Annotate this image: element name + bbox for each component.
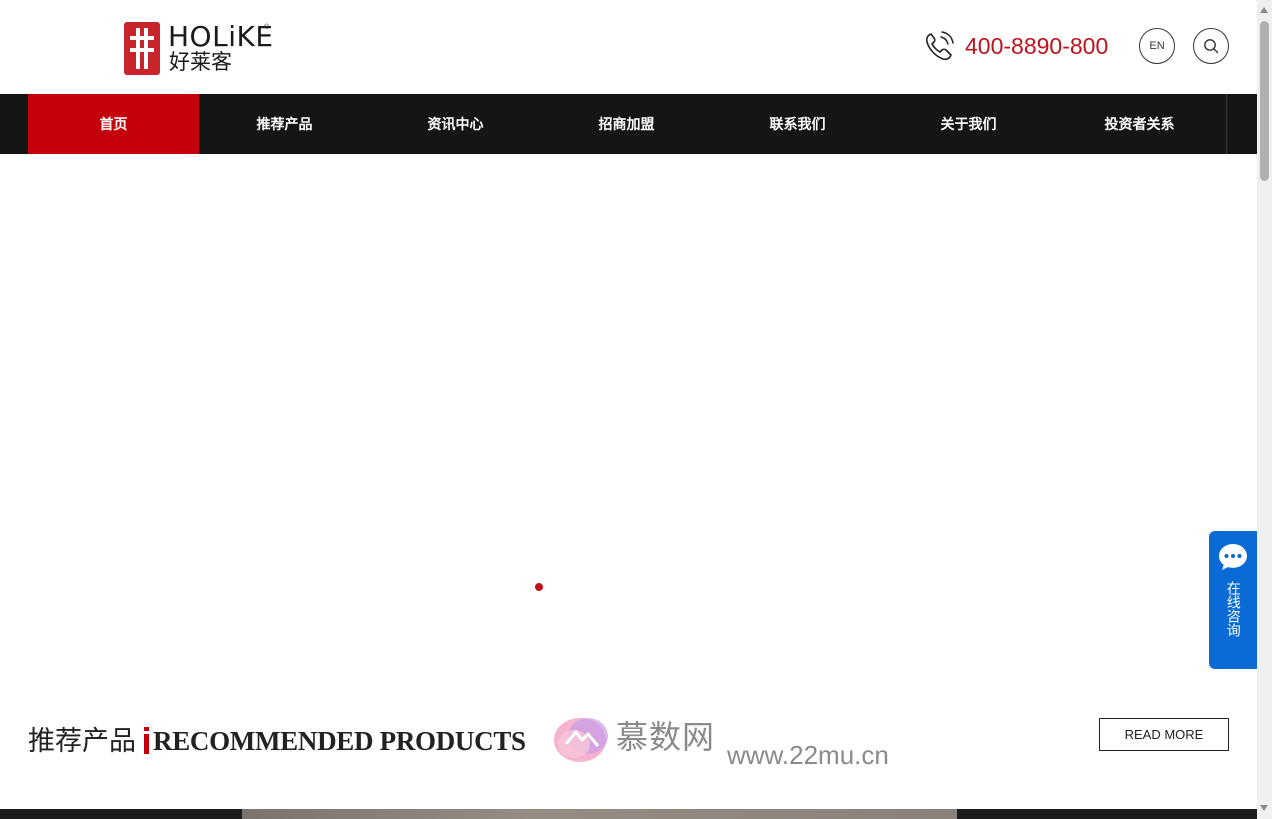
logo-chinese-name: 好莱客 <box>169 51 232 74</box>
hotline-number[interactable]: 400-8890-800 <box>965 33 1108 60</box>
nav-item-about[interactable]: 关于我们 <box>883 94 1054 154</box>
scroll-thumb[interactable] <box>1260 21 1269 181</box>
nav-divider <box>1226 94 1227 154</box>
page-scrollbar[interactable] <box>1257 0 1272 819</box>
nav-item-home[interactable]: 首页 <box>28 94 199 154</box>
online-consult-button[interactable]: 在线咨询 <box>1209 531 1257 669</box>
hotline: 400-8890-800 <box>922 28 1108 64</box>
main-nav: 首页 推荐产品 资讯中心 招商加盟 联系我们 关于我们 投资者关系 <box>0 94 1257 154</box>
site-header: HOLiKE ® 好莱客 400-8890-800 EN <box>0 0 1257 94</box>
phone-icon <box>925 31 954 61</box>
search-icon <box>1204 39 1219 54</box>
watermark-url-text: www.22mu.cn <box>727 740 889 770</box>
section-title-en: RECOMMENDED PRODUCTS <box>153 726 526 756</box>
hero-banner <box>0 154 1257 694</box>
watermark-logo-icon <box>554 718 608 762</box>
scroll-up-arrow-icon[interactable] <box>1260 7 1268 13</box>
scroll-down-arrow-icon[interactable] <box>1260 805 1268 811</box>
brand-logo[interactable]: HOLiKE ® 好莱客 <box>124 22 274 76</box>
chat-label: 在线咨询 <box>1225 581 1242 637</box>
nav-item-contact[interactable]: 联系我们 <box>712 94 883 154</box>
logo-mark-icon <box>124 22 160 75</box>
carousel-dot-active[interactable] <box>535 583 543 591</box>
nav-item-products[interactable]: 推荐产品 <box>199 94 370 154</box>
section-title-cn: 推荐产品 <box>28 726 136 756</box>
title-separator-icon <box>144 727 149 754</box>
product-image[interactable] <box>242 809 957 819</box>
nav-item-franchise[interactable]: 招商加盟 <box>541 94 712 154</box>
logo-wordmark: HOLiKE <box>168 20 274 53</box>
nav-item-news[interactable]: 资讯中心 <box>370 94 541 154</box>
search-button[interactable] <box>1193 28 1229 64</box>
read-more-button[interactable]: READ MORE <box>1099 718 1229 751</box>
watermark: 慕数网 www.22mu.cn <box>552 710 892 776</box>
section-heading: 推荐产品 RECOMMENDED PRODUCTS <box>28 724 526 758</box>
nav-item-investors[interactable]: 投资者关系 <box>1054 94 1225 154</box>
chat-bubble-icon <box>1219 544 1247 570</box>
language-toggle-button[interactable]: EN <box>1139 28 1175 64</box>
watermark-cn-text: 慕数网 <box>616 719 716 755</box>
logo-registered-mark: ® <box>264 24 270 31</box>
